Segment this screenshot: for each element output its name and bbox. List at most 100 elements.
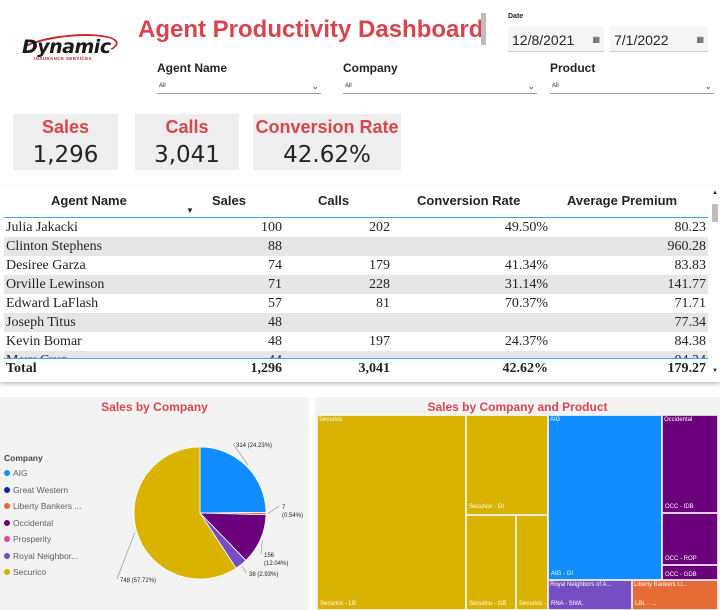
table-row[interactable]: Kevin Bomar 48 197 24.37% 84.38 (4, 332, 708, 351)
sales-by-company-chart: Sales by Company Company AIG Great Wester… (0, 397, 309, 610)
end-date-value: 7/1/2022 (614, 32, 669, 48)
treemap-tile[interactable]: Securico - GI (466, 415, 548, 515)
treemap-tile-label: Liberty Bankers Li... (634, 582, 688, 588)
scrollbar-thumb[interactable] (712, 204, 718, 222)
company-dropdown[interactable]: All ⌄ (343, 78, 537, 94)
average-premium-cell: 960.28 (667, 239, 707, 254)
conversion-rate-kpi-card: Conversion Rate 42.62% (253, 114, 401, 170)
total-label: Total (6, 361, 37, 376)
treemap-title: Sales by Company and Product (427, 400, 608, 414)
table-row[interactable]: Julia Jakacki 100 202 49.50% 80.23 (4, 218, 708, 237)
pie-leader-line (260, 540, 263, 555)
sales-kpi-value: 1,296 (32, 142, 99, 168)
sales-cell: 74 (268, 258, 282, 273)
column-header-sales[interactable]: Sales (212, 193, 246, 208)
scroll-down-icon[interactable]: ▼ (712, 368, 718, 374)
logo-subtext: INSURANCE SERVICES (34, 56, 92, 61)
treemap-tile-label: AIG - GI (551, 571, 574, 577)
sales-cell: 57 (268, 296, 282, 311)
column-header-average-premium[interactable]: Average Premium (567, 193, 677, 208)
treemap-tile-label: OCC - IDB (665, 504, 694, 510)
sales-by-company-product-chart: Sales by Company and Product Securico Sec… (315, 397, 720, 610)
title-divider (481, 13, 486, 45)
product-selected: All (552, 83, 559, 89)
treemap-group-header[interactable]: Securico (317, 415, 548, 427)
calendar-icon[interactable]: ▦ (696, 26, 704, 54)
column-header-conversion-rate[interactable]: Conversion Rate (417, 193, 520, 208)
calls-kpi-value: 3,041 (154, 142, 220, 168)
average-premium-cell: 84.38 (674, 334, 707, 349)
sales-cell: 48 (268, 334, 282, 349)
chevron-down-icon: ⌄ (311, 81, 319, 91)
treemap-tile-label: Royal Neighbors of A... (550, 582, 612, 588)
sort-descending-icon[interactable]: ▼ (186, 206, 194, 215)
total-average-premium: 179.27 (667, 361, 707, 376)
agent-name-cell: Orville Lewinson (6, 277, 105, 292)
agent-name-dropdown[interactable]: All ⌄ (157, 78, 321, 94)
start-date-value: 12/8/2021 (512, 32, 575, 48)
pie-leader-line (116, 532, 136, 580)
treemap-tile-label: Securico - ... (519, 601, 547, 607)
average-premium-cell: 77.34 (674, 315, 707, 330)
product-dropdown[interactable]: All ⌄ (550, 78, 714, 94)
treemap-tile-label: Securico - GB (469, 601, 507, 607)
calls-cell: 202 (369, 220, 390, 235)
column-header-calls[interactable]: Calls (318, 193, 349, 208)
calendar-icon[interactable]: ▦ (592, 26, 600, 54)
average-premium-cell: 83.83 (674, 258, 707, 273)
agent-name-slicer-label: Agent Name (157, 61, 228, 75)
conversion-rate-cell: 70.37% (504, 296, 548, 311)
table-row[interactable]: Clinton Stephens 88 960.28 (4, 237, 708, 256)
treemap-tile[interactable]: Securico - GB (466, 515, 516, 610)
product-slicer-label: Product (550, 61, 596, 75)
agent-name-selected: All (159, 83, 166, 89)
conversion-rate-kpi-label: Conversion Rate (255, 117, 399, 137)
pie-data-label: 748 (57.72%) (120, 578, 156, 584)
treemap-group-header[interactable]: Occidental (662, 415, 718, 427)
calls-kpi-label: Calls (165, 117, 209, 137)
treemap-tile[interactable]: Securico - ... (516, 515, 548, 610)
agent-name-cell: Desiree Garza (6, 258, 86, 273)
calls-cell: 179 (369, 258, 390, 273)
treemap-group-header[interactable]: AIG (548, 415, 662, 427)
average-premium-cell: 84.24 (675, 351, 707, 358)
table-row[interactable]: Desiree Garza 74 179 41.34% 83.83 (4, 256, 708, 275)
table-row[interactable]: Orville Lewinson 71 228 31.14% 141.77 (4, 275, 708, 294)
treemap-tile[interactable]: OCC - ROP (662, 513, 718, 565)
pie-data-label: 314 (24.23%) (236, 443, 272, 449)
pie-leader-line (267, 505, 280, 514)
company-logo: Dynamic INSURANCE SERVICES (16, 29, 120, 67)
start-date-input[interactable]: 12/8/2021 ▦ (508, 26, 604, 52)
agent-name-cell: Julia Jakacki (6, 220, 78, 235)
treemap-tile[interactable]: OCC - IDB (662, 415, 718, 513)
end-date-input[interactable]: 7/1/2022 ▦ (610, 26, 708, 52)
treemap-group-header[interactable]: Royal Neighbors of A... (548, 580, 632, 592)
average-premium-cell: 71.71 (674, 296, 707, 311)
table-row[interactable]: Edward LaFlash 57 81 70.37% 71.71 (4, 294, 708, 313)
agent-name-cell: Kevin Bomar (6, 334, 82, 349)
pie-slice[interactable] (199, 446, 267, 514)
treemap-tile[interactable]: AIG - GI (548, 415, 662, 580)
sales-kpi-label: Sales (41, 117, 90, 137)
treemap-group-header[interactable]: Liberty Bankers Li... (632, 580, 718, 592)
agent-name-cell: Joseph Titus (6, 315, 76, 330)
calls-cell: 81 (376, 296, 390, 311)
table-scrollbar[interactable]: ▲ ▼ (712, 190, 718, 374)
conversion-rate-cell: 49.50% (504, 220, 548, 235)
treemap-tile-label: OCC - ROP (665, 556, 697, 562)
treemap-tile[interactable]: OCC - GDB (662, 565, 718, 580)
date-filter-label: Date (508, 13, 524, 20)
treemap-tile-label: Occidental (664, 417, 693, 423)
pie-leader-line (242, 565, 247, 574)
scroll-up-icon[interactable]: ▲ (712, 190, 718, 196)
treemap-tile[interactable]: Securico - LB (317, 415, 466, 610)
agent-name-cell: Clinton Stephens (6, 239, 103, 254)
table-total-row: Total 1,296 3,041 42.62% 179.27 (4, 358, 708, 380)
table-header: Agent Name Sales Calls Conversion Rate A… (4, 186, 708, 218)
table-body: Julia Jakacki 100 202 49.50% 80.23 Clinton St… (4, 218, 708, 358)
table-row[interactable]: Joseph Titus 48 77.34 (4, 313, 708, 332)
page-title: Agent Productivity Dashboard (138, 16, 484, 43)
column-header-agent-name[interactable]: Agent Name (51, 193, 127, 208)
treemap-tile-label: Securico - LB (320, 601, 357, 607)
table-row[interactable]: Mary Cruz 44 84.24 (4, 351, 708, 358)
